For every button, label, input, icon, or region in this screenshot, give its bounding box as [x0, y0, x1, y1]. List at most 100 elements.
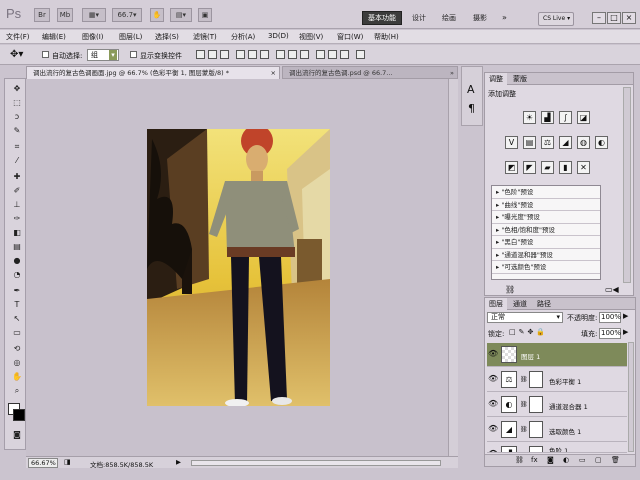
document-tab-active[interactable]: 调出流行的复古色调画面.jpg @ 66.7% (色彩平衡 1, 图层蒙版/8)… [26, 66, 280, 79]
workspace-painting[interactable]: 绘画 [442, 13, 456, 23]
history-brush-tool-icon[interactable]: ✑ [10, 213, 24, 225]
add-mask-icon[interactable]: ◙ [547, 456, 554, 464]
menu-help[interactable]: 帮助(H) [374, 32, 399, 42]
eye-icon[interactable]: 👁 [488, 424, 498, 434]
layer-name[interactable]: 色彩平衡 1 [549, 376, 581, 386]
fill-slider-icon[interactable]: ▶ [623, 328, 628, 336]
lock-icons[interactable]: □✎✥🔒 [509, 328, 548, 336]
new-group-icon[interactable]: ▭ [579, 456, 586, 464]
link-icon[interactable]: ⛓ [520, 401, 528, 408]
dodge-tool-icon[interactable]: ◔ [10, 269, 24, 281]
layer-style-icon[interactable]: fx [531, 456, 538, 464]
status-menu-icon[interactable]: ▶ [176, 458, 181, 466]
delete-layer-icon[interactable]: 🗑 [611, 456, 620, 464]
preset-item-exposure[interactable]: ▸ "曝光度"预设 [492, 211, 600, 224]
vertical-scrollbar[interactable] [448, 79, 458, 456]
adjustments-scrollbar[interactable] [623, 87, 631, 283]
status-info-icon[interactable]: ◨ [64, 458, 71, 466]
new-adjustment-icon[interactable]: ◐ [563, 456, 569, 464]
quick-select-tool-icon[interactable]: ✎ [10, 125, 24, 137]
layer-row[interactable]: 👁 ◐ ⛓ 通道混合器 1 [487, 393, 627, 417]
opacity-field[interactable]: 100% [599, 312, 621, 323]
layer-mask-thumbnail[interactable] [529, 421, 543, 438]
menu-window[interactable]: 窗口(W) [337, 32, 363, 42]
new-layer-icon[interactable]: ▢ [595, 456, 602, 464]
preset-item-selective-color[interactable]: ▸ "可选颜色"预设 [492, 261, 600, 274]
tab-masks[interactable]: 蒙版 [509, 73, 531, 85]
tabs-overflow-icon[interactable]: » [450, 67, 454, 78]
hue-saturation-icon[interactable]: ▤ [523, 136, 536, 149]
workspace-design[interactable]: 设计 [412, 13, 426, 23]
healing-brush-tool-icon[interactable]: ✚ [10, 171, 24, 183]
align-top-icon[interactable] [196, 50, 205, 59]
adjustments-options-icon[interactable]: ▭◀ [605, 285, 619, 294]
menu-filter[interactable]: 滤镜(T) [193, 32, 217, 42]
distribute-bottom-icon[interactable] [300, 50, 309, 59]
align-bottom-icon[interactable] [220, 50, 229, 59]
path-select-tool-icon[interactable]: ↖ [10, 313, 24, 325]
layer-row[interactable]: 👁 图层 1 [487, 343, 627, 367]
layer-row[interactable]: 👁 ▟ 色阶 1 [487, 443, 627, 453]
eraser-tool-icon[interactable]: ◧ [10, 227, 24, 239]
screen-mode-icon[interactable]: ▣ [198, 8, 212, 22]
bridge-icon[interactable]: Br [34, 8, 50, 22]
threshold-icon[interactable]: ▰ [541, 161, 554, 174]
color-balance-icon[interactable]: ⚖ [541, 136, 554, 149]
lasso-tool-icon[interactable]: ↄ [10, 111, 24, 123]
auto-select-checkbox[interactable] [42, 50, 49, 58]
eyedropper-tool-icon[interactable]: ⁄ [10, 155, 24, 167]
selective-color-icon[interactable]: ✕ [577, 161, 590, 174]
auto-select-dropdown[interactable]: 组 ▾ [87, 49, 119, 61]
black-white-icon[interactable]: ◢ [559, 136, 572, 149]
paragraph-panel-icon[interactable]: ¶ [468, 102, 475, 115]
distribute-hcenter-icon[interactable] [328, 50, 337, 59]
align-left-icon[interactable] [236, 50, 245, 59]
auto-align-icon[interactable] [356, 50, 365, 59]
3d-rotate-tool-icon[interactable]: ⟲ [10, 343, 24, 355]
layer-name[interactable]: 选取颜色 1 [549, 426, 581, 436]
show-transform-checkbox[interactable] [130, 50, 137, 58]
tab-layers[interactable]: 图层 [485, 298, 507, 310]
link-icon[interactable]: ⛓ [520, 376, 528, 383]
gradient-tool-icon[interactable]: ▤ [10, 241, 24, 253]
workspace-photography[interactable]: 摄影 [473, 13, 487, 23]
menu-3d[interactable]: 3D(D) [268, 32, 289, 40]
minimize-icon[interactable]: – [592, 12, 606, 24]
move-tool-icon[interactable]: ✥ [10, 83, 24, 95]
tab-channels[interactable]: 通道 [509, 298, 531, 310]
tab-adjustments[interactable]: 调整 [485, 73, 507, 85]
vibrance-icon[interactable]: V [505, 136, 518, 149]
exposure-icon[interactable]: ◪ [577, 111, 590, 124]
character-panel-icon[interactable]: A [467, 83, 475, 96]
link-icon[interactable]: ⛓ [520, 426, 528, 433]
distribute-left-icon[interactable] [316, 50, 325, 59]
preset-item-black-white[interactable]: ▸ "黑白"预设 [492, 236, 600, 249]
cs-live-button[interactable]: CS Live ▾ [538, 12, 574, 26]
menu-layer[interactable]: 图层(L) [119, 32, 142, 42]
more-workspaces-icon[interactable]: » [502, 13, 507, 22]
eye-icon[interactable]: 👁 [488, 449, 498, 452]
layer-row[interactable]: 👁 ◢ ⛓ 选取颜色 1 [487, 418, 627, 442]
posterize-icon[interactable]: ◤ [523, 161, 536, 174]
preset-item-curves[interactable]: ▸ "曲线"预设 [492, 199, 600, 211]
crop-tool-icon[interactable]: ⌗ [10, 141, 24, 153]
maximize-icon[interactable]: □ [607, 12, 621, 24]
clip-to-layer-icon[interactable]: ⛓ [505, 285, 515, 294]
zoom-level-dropdown[interactable]: 66.7▾ [112, 8, 142, 22]
layer-mask-thumbnail[interactable] [529, 371, 543, 388]
curves-icon[interactable]: ∫ [559, 111, 572, 124]
distribute-vcenter-icon[interactable] [288, 50, 297, 59]
preset-item-levels[interactable]: ▸ "色阶"预设 [492, 186, 600, 199]
levels-icon[interactable]: ▟ [541, 111, 554, 124]
document-tab-inactive[interactable]: 调出流行的复古色调.psd @ 66.7... » [282, 66, 458, 79]
align-right-icon[interactable] [260, 50, 269, 59]
move-tool-preset-icon[interactable]: ✥▾ [10, 49, 23, 60]
clone-stamp-tool-icon[interactable]: ⊥ [10, 199, 24, 211]
link-layers-icon[interactable]: ⛓ [515, 456, 524, 464]
blend-mode-dropdown[interactable]: 正常 ▾ [487, 312, 563, 323]
hand-tool-icon[interactable]: ✋ [10, 371, 24, 383]
hand-icon[interactable]: ✋ [150, 8, 164, 22]
3d-orbit-tool-icon[interactable]: ◎ [10, 357, 24, 369]
tab-close-icon[interactable]: × [271, 67, 276, 79]
menu-file[interactable]: 文件(F) [6, 32, 30, 42]
